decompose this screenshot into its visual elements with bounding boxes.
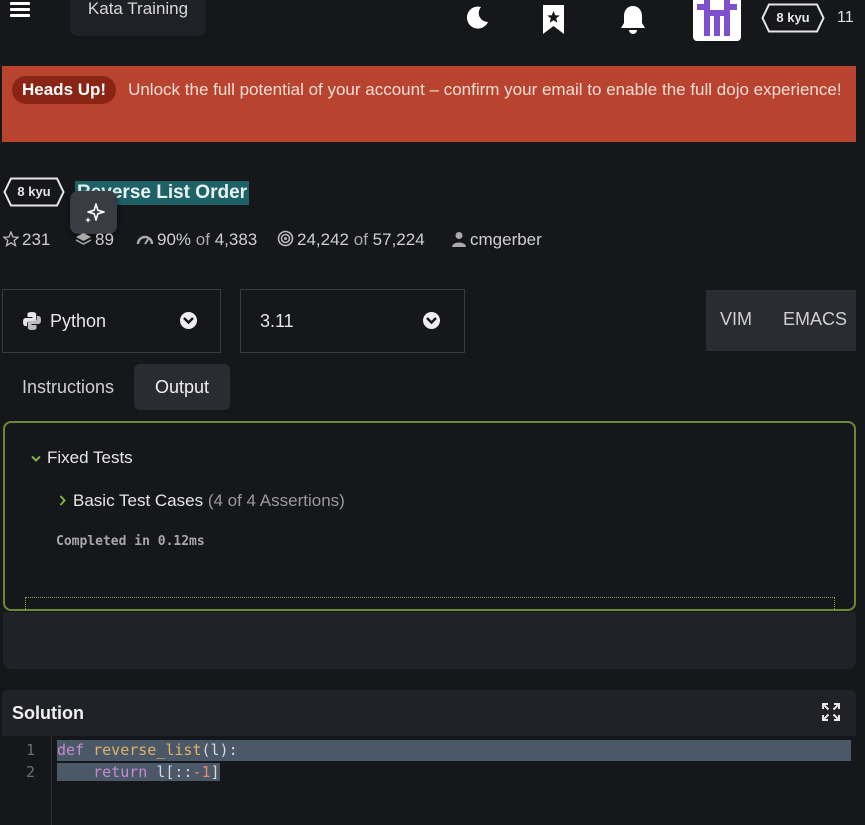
hamburger-menu-icon[interactable] (10, 2, 30, 18)
layers-icon (75, 233, 92, 245)
kata-rank-badge: 8 kyu (3, 177, 65, 207)
line-number: 1 (25, 741, 35, 759)
assertions-count: (4 of 4 Assertions) (207, 491, 345, 510)
sparkle-icon (85, 203, 105, 223)
bookmark-star-icon[interactable] (541, 4, 566, 35)
satisfaction-rating: 90% (157, 230, 192, 249)
code-expression: l[:: (156, 763, 193, 781)
gauge-icon (136, 235, 154, 245)
completions-stat: 24,242 of 57,224 (277, 230, 425, 250)
line-number: 2 (25, 763, 35, 781)
satisfaction-of-label: of (195, 230, 210, 249)
tab-instructions[interactable]: Instructions (22, 364, 122, 410)
kata-training-label[interactable]: Kata Training (70, 0, 206, 36)
user-icon (452, 232, 466, 247)
solution-title: Solution (12, 703, 84, 723)
line-gutter: 1 2 (2, 736, 52, 825)
editor-mode-toggle: VIM EMACS (706, 290, 856, 351)
completed-count: 24,242 (297, 230, 349, 249)
satisfaction-votes: 4,383 (214, 230, 258, 249)
solution-header: Solution (2, 690, 856, 736)
user-avatar[interactable] (693, 0, 741, 41)
banner-message[interactable]: Unlock the full potential of your accoun… (128, 80, 841, 99)
language-select[interactable]: Python (2, 289, 221, 353)
collections-count: 89 (95, 230, 114, 249)
user-rank-badge[interactable]: 8 kyu (761, 3, 825, 33)
author-name: cmgerber (470, 230, 542, 249)
kata-rank-label: 8 kyu (17, 184, 51, 199)
attempts-count: 57,224 (372, 230, 425, 249)
star-icon (2, 230, 20, 248)
output-footer (3, 612, 856, 669)
completed-of-label: of (353, 230, 368, 249)
code-line[interactable]: return l[::-1] (57, 762, 220, 783)
vim-mode-button[interactable]: VIM (720, 309, 752, 330)
code-keyword: return (93, 763, 148, 781)
emacs-mode-button[interactable]: EMACS (783, 309, 847, 330)
email-confirm-banner: Heads Up! Unlock the full potential of yo… (2, 66, 856, 142)
chevron-down-icon (423, 312, 440, 329)
target-icon (277, 230, 294, 247)
chevron-down-icon (180, 312, 197, 329)
output-panel: Fixed Tests Basic Test Cases (4 of 4 Ass… (3, 421, 856, 611)
heads-up-tag: Heads Up! (12, 76, 117, 104)
author-stat[interactable]: cmgerber (451, 230, 542, 250)
chevron-down-icon (31, 450, 41, 466)
code-line[interactable]: def reverse_list(l): (57, 740, 851, 761)
expand-icon[interactable] (822, 703, 840, 721)
collections-stat[interactable]: 89 (75, 230, 114, 250)
code-params: (l): (201, 741, 238, 759)
moon-icon[interactable] (464, 4, 490, 30)
code-function-name: reverse_list (93, 741, 202, 759)
user-rank-label: 8 kyu (776, 10, 810, 25)
ai-assist-button[interactable] (70, 191, 117, 234)
code-bracket: ] (210, 763, 220, 781)
python-icon (23, 312, 41, 330)
stars-stat[interactable]: 231 (2, 230, 51, 250)
satisfaction-stat: 90% of 4,383 (136, 230, 257, 250)
version-select-value: 3.11 (260, 311, 294, 331)
tab-output[interactable]: Output (134, 364, 230, 410)
output-dotted-area (25, 597, 835, 611)
chevron-right-icon (59, 493, 67, 509)
code-number: -1 (192, 763, 211, 781)
version-select[interactable]: 3.11 (240, 289, 465, 353)
bell-icon[interactable] (618, 4, 648, 35)
honor-count[interactable]: 11 (837, 9, 854, 27)
completed-time: Completed in 0.12ms (56, 534, 205, 549)
basic-test-cases-label: Basic Test Cases (73, 491, 204, 510)
stars-count: 231 (22, 230, 51, 249)
language-select-value: Python (50, 311, 107, 331)
code-keyword: def (57, 741, 85, 759)
fixed-tests-group[interactable]: Fixed Tests (31, 448, 133, 468)
basic-test-cases-group[interactable]: Basic Test Cases (4 of 4 Assertions) (59, 491, 345, 511)
fixed-tests-label: Fixed Tests (47, 448, 133, 467)
code-editor[interactable]: 1 2 def reverse_list(l): return l[::-1] (2, 736, 856, 825)
